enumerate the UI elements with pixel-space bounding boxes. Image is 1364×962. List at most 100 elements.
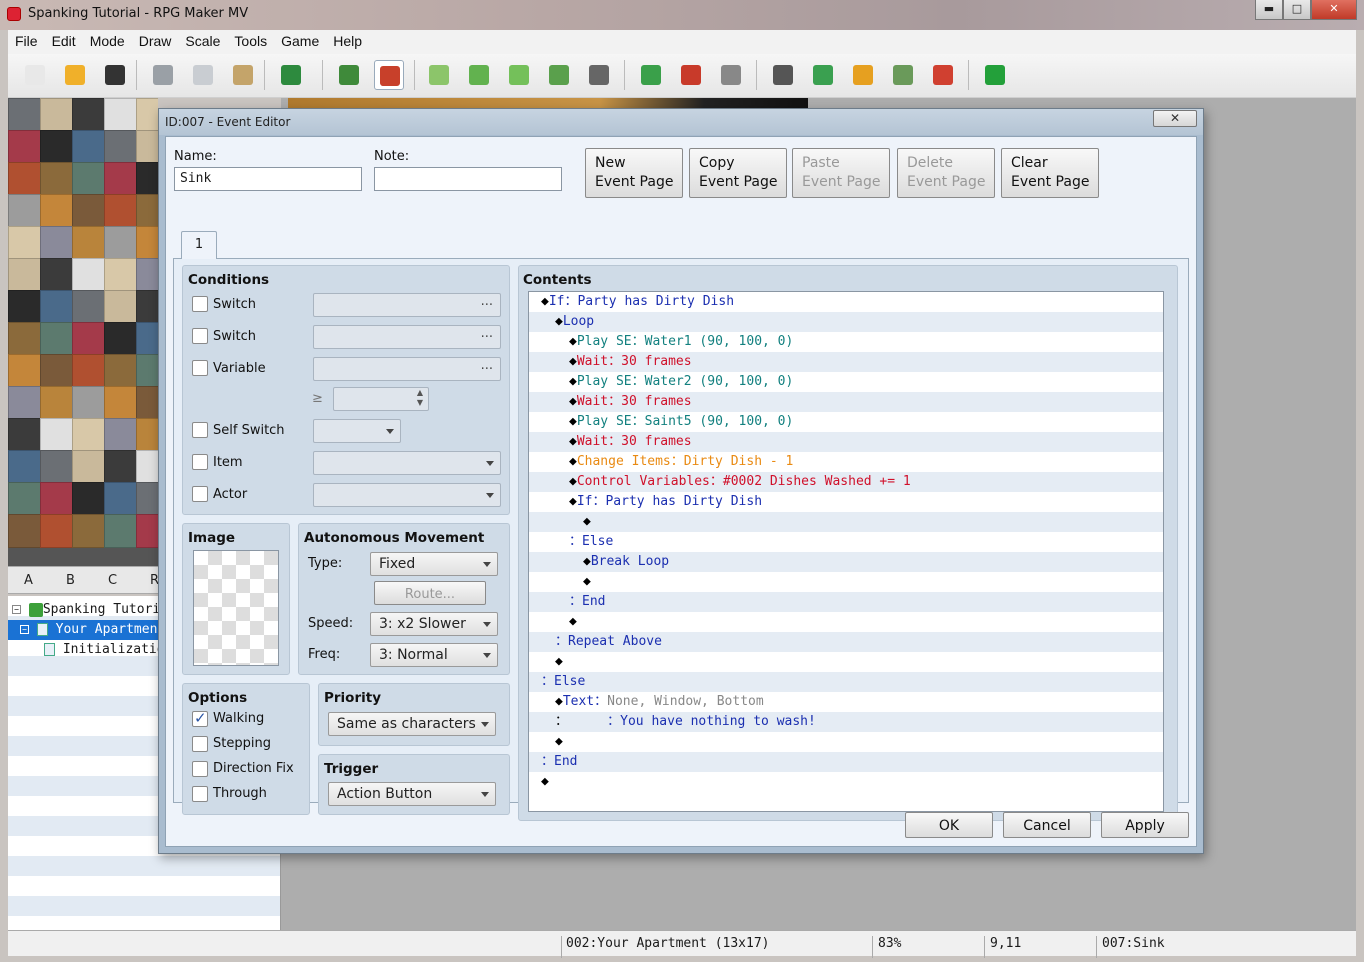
switch2-selector[interactable]: ... [313,325,501,349]
switch1-selector[interactable]: ... [313,293,501,317]
tile[interactable] [40,258,74,292]
command-row[interactable]: ◆Break Loop [529,552,1163,572]
tile[interactable] [40,194,74,228]
route-button[interactable]: Route... [374,581,486,605]
tile[interactable] [8,322,42,356]
tile[interactable] [104,482,138,516]
tile[interactable] [8,226,42,260]
walking-checkbox[interactable] [192,709,208,727]
movement-type-select[interactable]: Fixed [370,552,498,576]
apply-button[interactable]: Apply [1101,812,1189,838]
paste-button[interactable] [228,60,258,90]
tile[interactable] [40,130,74,164]
open-project-button[interactable] [60,60,90,90]
tile[interactable] [104,162,138,196]
tile[interactable] [72,98,106,132]
item-select[interactable] [313,451,501,475]
tile[interactable] [136,450,158,484]
actor-checkbox[interactable] [192,486,208,502]
tile[interactable] [136,514,158,548]
tile[interactable] [104,450,138,484]
tile[interactable] [8,258,42,292]
tab-page-1[interactable]: 1 [181,231,217,259]
tile[interactable] [40,418,74,452]
movement-speed-select[interactable]: 3: x2 Slower [370,612,498,636]
menu-mode[interactable]: Mode [83,30,132,49]
tile[interactable] [104,98,138,132]
tile[interactable] [72,322,106,356]
cut-button[interactable] [148,60,178,90]
delete-event-page-button[interactable]: Delete Event Page [897,148,995,198]
tile[interactable] [72,386,106,420]
tile[interactable] [8,162,42,196]
tileset-tab-c[interactable]: C [108,573,117,588]
tile[interactable] [8,354,42,388]
ellipse-button[interactable] [504,60,534,90]
tile[interactable] [8,130,42,164]
command-row[interactable]: ◆Wait：30 frames [529,352,1163,372]
tileset-tab-a[interactable]: A [24,573,33,588]
event-image-preview[interactable] [193,550,279,666]
self-switch-checkbox[interactable] [192,422,208,438]
tile[interactable] [40,450,74,484]
dialog-close-button[interactable]: ✕ [1153,110,1197,127]
minimize-button[interactable]: ▬ [1255,0,1283,20]
direction-fix-checkbox[interactable] [192,761,208,777]
new-event-page-button[interactable]: New Event Page [585,148,683,198]
tile[interactable] [136,258,158,292]
sound-test-button[interactable] [848,60,878,90]
tile[interactable] [136,482,158,516]
tile[interactable] [72,194,106,228]
tile[interactable] [136,290,158,324]
character-generator-button[interactable] [928,60,958,90]
command-row[interactable]: ◆Play SE：Saint5 (90, 100, 0) [529,412,1163,432]
database-button[interactable] [768,60,798,90]
menu-draw[interactable]: Draw [132,30,179,49]
zoom-out-button[interactable] [676,60,706,90]
tile[interactable] [136,162,158,196]
tile[interactable] [40,162,74,196]
tile[interactable] [40,290,74,324]
tile[interactable] [40,386,74,420]
variable-value-spinner[interactable]: ▲ ▼ [333,387,429,411]
tile[interactable] [72,162,106,196]
tile[interactable] [8,290,42,324]
menu-file[interactable]: File [8,30,45,49]
flood-fill-button[interactable] [544,60,574,90]
tile[interactable] [40,322,74,356]
shadow-pen-button[interactable] [584,60,614,90]
tile[interactable] [8,194,42,228]
pencil-button[interactable] [424,60,454,90]
menu-help[interactable]: Help [326,30,369,49]
command-row[interactable]: ：Repeat Above [529,632,1163,652]
tile[interactable] [104,290,138,324]
tree-node-your-apartment[interactable]: − Your Apartment [8,620,165,640]
command-row[interactable]: ◆ [529,772,1163,792]
plugin-manager-button[interactable] [808,60,838,90]
map-mode-button[interactable] [334,60,364,90]
command-row[interactable]: ：Else [529,672,1163,692]
tile[interactable] [72,354,106,388]
tile[interactable] [104,514,138,548]
tile[interactable] [136,98,158,132]
command-row[interactable]: ◆Change Items：Dirty Dish - 1 [529,452,1163,472]
command-row[interactable]: ◆Loop [529,312,1163,332]
tile[interactable] [72,482,106,516]
trigger-select[interactable]: Action Button [328,782,496,806]
close-button[interactable]: ✕ [1311,0,1357,20]
tile[interactable] [40,482,74,516]
menu-scale[interactable]: Scale [178,30,227,49]
note-field[interactable] [374,167,562,191]
tile[interactable] [40,98,74,132]
tile[interactable] [72,258,106,292]
event-command-list[interactable]: ◆If：Party has Dirty Dish ◆Loop ◆Play SE：Wa… [528,291,1164,812]
event-mode-button[interactable] [374,60,404,90]
movement-freq-select[interactable]: 3: Normal [370,643,498,667]
tile[interactable] [72,290,106,324]
command-row[interactable]: ◆ [529,512,1163,532]
tile[interactable] [136,354,158,388]
playtest-button[interactable] [980,60,1010,90]
tileset-tab-b[interactable]: B [66,573,75,588]
command-row[interactable]: ◆Play SE：Water2 (90, 100, 0) [529,372,1163,392]
tile[interactable] [104,194,138,228]
